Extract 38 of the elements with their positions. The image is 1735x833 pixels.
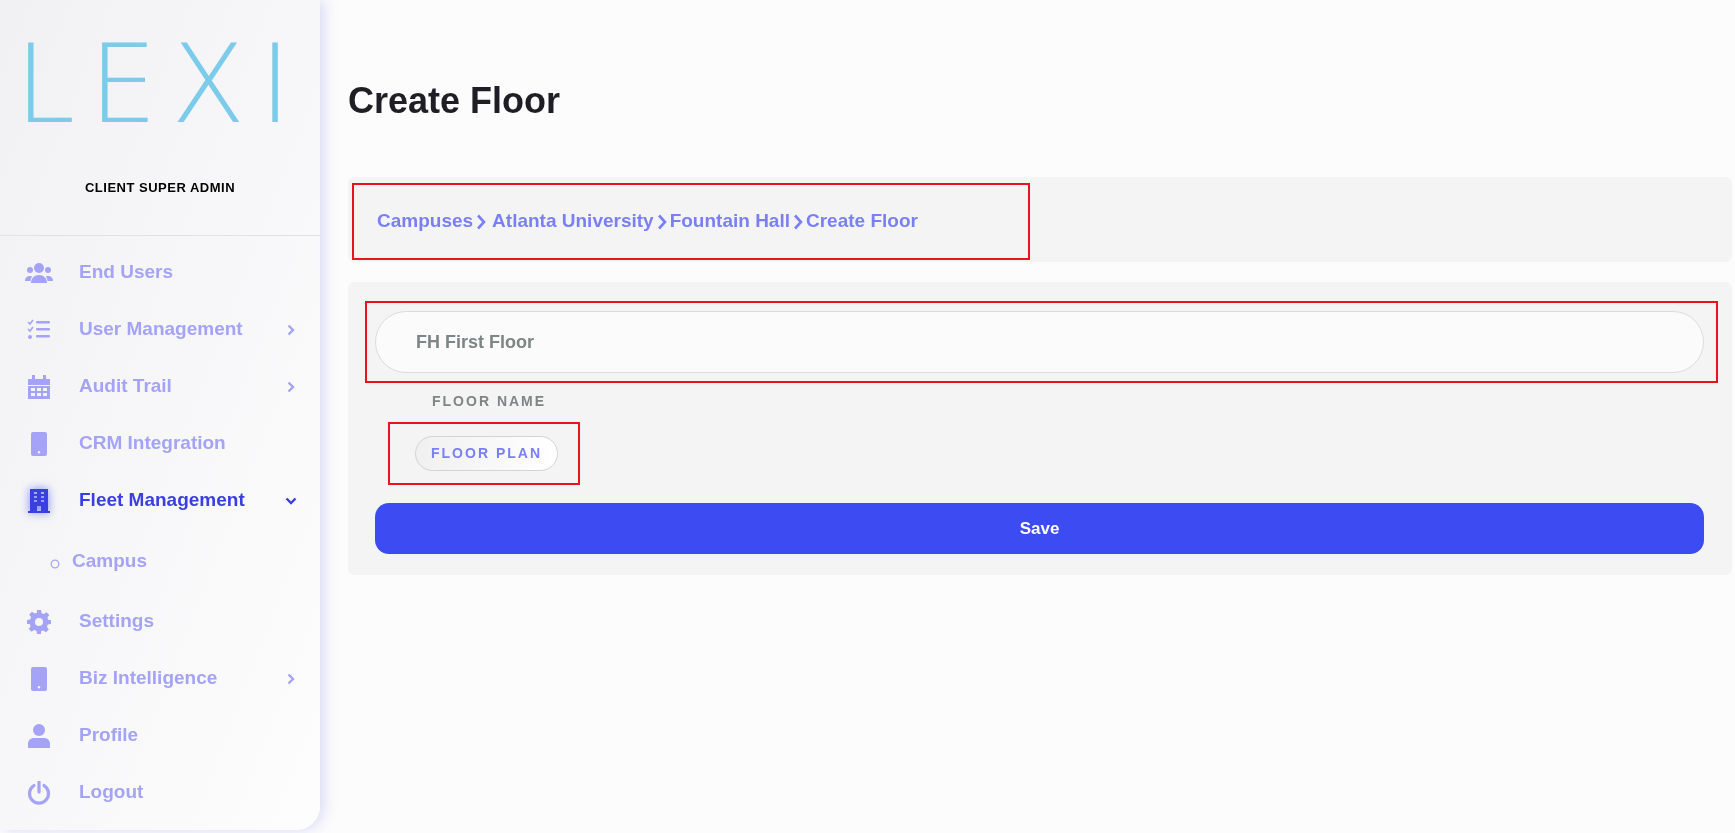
save-button[interactable]: Save bbox=[375, 503, 1704, 554]
role-label: CLIENT SUPER ADMIN bbox=[84, 179, 236, 197]
phone-icon bbox=[31, 431, 47, 456]
nav-item[interactable]: Logout bbox=[0, 764, 320, 821]
nav-item[interactable]: Profile bbox=[0, 707, 320, 764]
power-icon bbox=[27, 780, 51, 805]
nav-item[interactable]: Biz Intelligence bbox=[0, 650, 320, 707]
breadcrumb-link[interactable]: Atlanta University bbox=[492, 207, 654, 236]
page-title: Create Floor bbox=[348, 79, 562, 123]
user-icon bbox=[28, 723, 50, 748]
chevron-right-icon bbox=[287, 323, 295, 336]
settings-icon bbox=[27, 609, 51, 634]
chevron-right-icon bbox=[476, 213, 487, 230]
checklist-icon bbox=[27, 318, 51, 341]
nav-item[interactable]: User Management bbox=[0, 301, 320, 358]
logo: LEXI bbox=[14, 31, 306, 139]
floor-plan-button[interactable]: FLOOR PLAN bbox=[415, 436, 558, 471]
chevron-right-icon bbox=[287, 672, 295, 685]
breadcrumb-link[interactable]: Create Floor bbox=[806, 207, 918, 236]
calendar-icon bbox=[28, 374, 50, 399]
bullet-icon bbox=[50, 559, 60, 569]
nav-subitem[interactable]: Campus bbox=[0, 529, 320, 593]
breadcrumb-link[interactable]: Fountain Hall bbox=[669, 207, 790, 236]
field-label: FLOOR NAME bbox=[432, 392, 548, 411]
nav-item[interactable]: CRM Integration bbox=[0, 415, 320, 472]
chevron-right-icon bbox=[793, 213, 803, 230]
phone-icon bbox=[31, 666, 47, 691]
users-icon bbox=[25, 261, 53, 284]
nav-item[interactable]: Settings bbox=[0, 593, 320, 650]
nav-item[interactable]: Audit Trail bbox=[0, 358, 320, 415]
nav-item[interactable]: End Users bbox=[0, 244, 320, 301]
chevron-right-icon bbox=[656, 213, 667, 230]
building-icon bbox=[28, 488, 50, 513]
breadcrumb-link[interactable]: Campuses bbox=[377, 207, 474, 236]
nav-item[interactable]: Fleet Management bbox=[0, 472, 320, 529]
chevron-right-icon bbox=[287, 380, 295, 393]
chevron-down-icon bbox=[285, 496, 297, 505]
floor-name-field[interactable]: FH First Floor bbox=[375, 311, 1704, 373]
